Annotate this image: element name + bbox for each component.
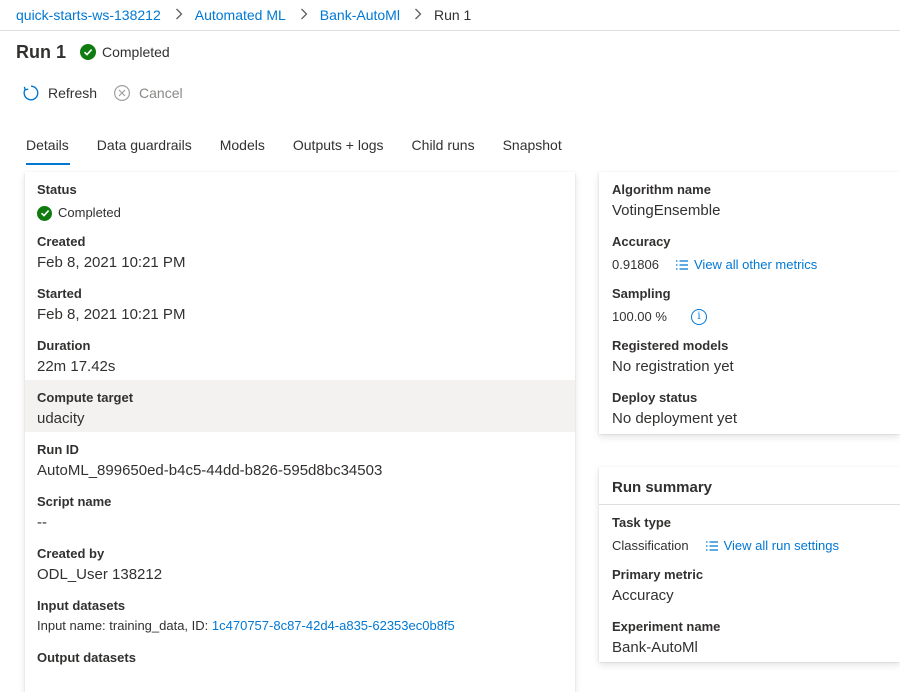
registered-models-field: Registered models No registration yet — [599, 328, 900, 380]
task-type-row: Classification View all run settings — [612, 537, 887, 555]
view-all-metrics-link[interactable]: View all other metrics — [675, 256, 817, 274]
deploy-status-field: Deploy status No deployment yet — [599, 380, 900, 432]
cancel-label: Cancel — [139, 85, 183, 101]
input-datasets-field: Input datasets Input name: training_data… — [25, 588, 575, 640]
status-field: Status Completed — [25, 172, 575, 224]
started-field: Started Feb 8, 2021 10:21 PM — [25, 276, 575, 328]
created-by-value: ODL_User 138212 — [37, 566, 163, 583]
list-icon — [705, 541, 718, 551]
status-text: Completed — [102, 44, 170, 60]
algorithm-name-field: Algorithm name VotingEnsemble — [599, 172, 900, 224]
run-summary-card: Run summary Task type Classification Vie… — [599, 467, 900, 662]
created-field: Created Feb 8, 2021 10:21 PM — [25, 224, 575, 276]
tab-models[interactable]: Models — [220, 137, 265, 165]
created-value: Feb 8, 2021 10:21 PM — [37, 254, 186, 271]
algorithm-name-label: Algorithm name — [612, 182, 711, 197]
accuracy-value: 0.91806 — [612, 257, 659, 272]
deploy-status-label: Deploy status — [612, 390, 698, 405]
created-by-label: Created by — [37, 546, 105, 561]
input-dataset-id-link[interactable]: 1c470757-8c87-42d4-a835-62353ec0b8f5 — [212, 618, 455, 633]
sampling-value: 100.00 % — [612, 309, 667, 324]
script-name-label: Script name — [37, 494, 112, 509]
accuracy-label: Accuracy — [612, 234, 671, 249]
task-type-value: Classification — [612, 538, 689, 553]
compute-target-field: Compute target udacity — [25, 380, 575, 432]
tab-bar: Details Data guardrails Models Outputs +… — [26, 137, 590, 165]
run-id-value: AutoML_899650ed-b4c5-44dd-b826-595d8bc34… — [37, 462, 383, 479]
breadcrumb: quick-starts-ws-138212 Automated ML Bank… — [0, 0, 900, 31]
info-icon[interactable]: i — [690, 309, 707, 325]
created-label: Created — [37, 234, 86, 249]
status-label: Status — [37, 182, 77, 197]
cancel-icon — [114, 84, 131, 102]
accuracy-field: Accuracy 0.91806 View all other metrics — [599, 224, 900, 276]
tab-snapshot[interactable]: Snapshot — [503, 137, 562, 165]
compute-target-link[interactable]: udacity — [37, 410, 563, 428]
experiment-name-value: Bank-AutoMl — [612, 639, 698, 656]
experiment-name-field: Experiment name Bank-AutoMl — [599, 609, 900, 661]
experiment-name-label: Experiment name — [612, 619, 721, 634]
list-icon — [676, 260, 688, 270]
accuracy-row: 0.91806 View all other metrics — [612, 256, 887, 274]
sampling-row: 100.00 % i — [612, 308, 887, 326]
algorithm-name-link[interactable]: VotingEnsemble — [612, 202, 887, 220]
primary-metric-label: Primary metric — [612, 567, 704, 582]
task-type-label: Task type — [612, 515, 672, 530]
refresh-button[interactable]: Refresh — [22, 84, 97, 102]
chevron-right-icon — [175, 7, 183, 23]
script-name-field: Script name -- — [25, 484, 575, 536]
sampling-label: Sampling — [612, 286, 671, 301]
input-datasets-label: Input datasets — [37, 598, 126, 613]
breadcrumb-current: Run 1 — [433, 7, 472, 23]
sampling-field: Sampling 100.00 % i — [599, 276, 900, 328]
tab-outputs-logs[interactable]: Outputs + logs — [293, 137, 384, 165]
duration-label: Duration — [37, 338, 91, 353]
created-by-field: Created by ODL_User 138212 — [25, 536, 575, 588]
breadcrumb-experiment-link[interactable]: Bank-AutoMl — [320, 7, 400, 23]
input-datasets-value: Input name: training_data, ID: 1c470757-… — [37, 617, 563, 635]
tab-child-runs[interactable]: Child runs — [412, 137, 475, 165]
refresh-label: Refresh — [48, 85, 98, 101]
input-datasets-prefix: Input name: training_data, ID: — [37, 618, 209, 633]
run-id-label: Run ID — [37, 442, 79, 457]
deploy-status-value: No deployment yet — [612, 410, 738, 427]
registered-models-value: No registration yet — [612, 358, 734, 375]
view-all-metrics-label: View all other metrics — [694, 257, 818, 272]
duration-value: 22m 17.42s — [37, 358, 116, 375]
check-circle-icon — [80, 44, 96, 60]
script-name-value: -- — [37, 514, 47, 531]
status-value: Completed — [37, 204, 563, 222]
output-datasets-label: Output datasets — [37, 650, 136, 665]
chevron-right-icon — [414, 7, 422, 23]
started-value: Feb 8, 2021 10:21 PM — [37, 306, 186, 323]
primary-metric-value: Accuracy — [612, 587, 674, 604]
output-datasets-field: Output datasets — [25, 640, 575, 692]
details-card: Status Completed Created Feb 8, 2021 10:… — [25, 172, 575, 692]
tab-data-guardrails[interactable]: Data guardrails — [97, 137, 192, 165]
view-all-run-settings-label: View all run settings — [723, 538, 839, 553]
tab-details[interactable]: Details — [26, 137, 70, 165]
primary-metric-field: Primary metric Accuracy — [599, 557, 900, 609]
status-value-text: Completed — [58, 205, 121, 220]
check-circle-icon — [37, 205, 52, 221]
toolbar: Refresh Cancel — [22, 84, 199, 102]
run-summary-title: Run summary — [599, 467, 900, 505]
breadcrumb-workspace-link[interactable]: quick-starts-ws-138212 — [16, 7, 161, 23]
status-badge: Completed — [80, 44, 170, 60]
started-label: Started — [37, 286, 82, 301]
duration-field: Duration 22m 17.42s — [25, 328, 575, 380]
registered-models-label: Registered models — [612, 338, 729, 353]
run-id-field: Run ID AutoML_899650ed-b4c5-44dd-b826-59… — [25, 432, 575, 484]
cancel-button[interactable]: Cancel — [113, 84, 183, 102]
algorithm-card: Algorithm name VotingEnsemble Accuracy 0… — [599, 172, 900, 434]
breadcrumb-automated-ml-link[interactable]: Automated ML — [195, 7, 286, 23]
refresh-icon — [23, 85, 39, 101]
view-all-run-settings-link[interactable]: View all run settings — [705, 537, 839, 555]
compute-target-label: Compute target — [37, 390, 134, 405]
page-title: Run 1 — [16, 42, 67, 62]
task-type-field: Task type Classification View all run se… — [599, 505, 900, 557]
chevron-right-icon — [300, 7, 308, 23]
